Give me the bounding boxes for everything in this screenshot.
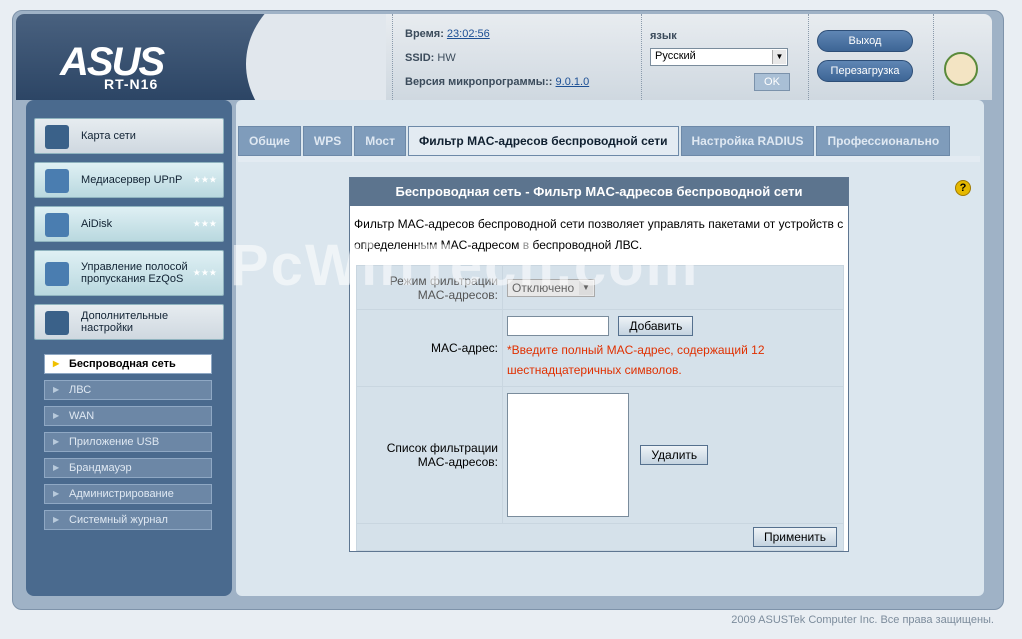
panel-title: Беспроводная сеть - Фильтр MAC-адресов б…: [350, 178, 848, 206]
tab-radius[interactable]: Настройка RADIUS: [680, 126, 815, 156]
user-avatar-icon: [944, 52, 978, 86]
subnav-item-lan[interactable]: ЛВС: [44, 380, 212, 400]
subnav-item-wan[interactable]: WAN: [44, 406, 212, 426]
filter-mode-select[interactable]: Отключено ▼: [507, 278, 595, 297]
language-select[interactable]: Русский ▼: [650, 48, 788, 66]
mode-label: Режим фильтрации MAC-адресов:: [356, 265, 503, 310]
ssid-label: SSID:: [405, 52, 435, 64]
tab-general[interactable]: Общие: [238, 126, 301, 156]
firmware-label: Версия микропрограммы::: [405, 76, 553, 88]
mode-cell: Отключено ▼: [502, 265, 844, 310]
subnav-item-wireless[interactable]: Беспроводная сеть: [44, 354, 212, 374]
add-mac-button[interactable]: Добавить: [618, 316, 694, 336]
mode-row: Режим фильтрации MAC-адресов: Отключено …: [356, 265, 844, 310]
mac-address-input[interactable]: [507, 316, 609, 336]
tools-icon: [45, 311, 69, 335]
help-icon[interactable]: ?: [955, 180, 971, 196]
language-panel: язык Русский ▼ OK: [650, 14, 800, 100]
chevron-down-icon: ▼: [579, 280, 593, 295]
tab-bridge[interactable]: Мост: [354, 126, 406, 156]
time-label: Время:: [405, 28, 444, 40]
sidebar-item-label: Управление полосой пропускания EzQoS: [81, 261, 188, 285]
mac-cell: Добавить *Введите полный MAC-адрес, соде…: [502, 309, 844, 387]
firmware-link[interactable]: 9.0.1.0: [556, 76, 590, 88]
tab-wps[interactable]: WPS: [302, 126, 353, 156]
copyright-footer: 2009 ASUSTek Computer Inc. Все права защ…: [731, 614, 994, 626]
sidebar-item-label: Дополнительные настройки: [81, 310, 169, 334]
tab-mac-filter[interactable]: Фильтр MAC-адресов беспроводной сети: [407, 126, 679, 156]
subnav-item-admin[interactable]: Администрирование: [44, 484, 212, 504]
sidebar-item-advanced[interactable]: Дополнительные настройки: [34, 304, 224, 340]
sidebar-item-label: Медиасервер UPnP: [81, 174, 183, 186]
mac-filter-form: Режим фильтрации MAC-адресов: Отключено …: [356, 265, 844, 551]
rating-stars: ★★★: [192, 267, 217, 278]
list-cell: Удалить: [502, 386, 844, 524]
tab-underline: [238, 156, 980, 162]
ssid-value: HW: [437, 52, 456, 64]
sidebar-item-aidisk[interactable]: AiDisk ★★★: [34, 206, 224, 242]
firmware-row: Версия микропрограммы:: 9.0.1.0: [405, 76, 629, 100]
ssid-row: SSID: HW: [405, 52, 629, 76]
tab-bar: Общие WPS Мост Фильтр MAC-адресов беспро…: [238, 126, 952, 156]
subnav-item-firewall[interactable]: Брандмауэр: [44, 458, 212, 478]
time-row: Время: 23:02:56: [405, 28, 629, 52]
apply-button[interactable]: Применить: [752, 527, 837, 547]
sidebar-item-label: Карта сети: [81, 130, 136, 142]
list-label: Список фильтрации MAC-адресов:: [356, 386, 503, 524]
network-map-icon: [45, 125, 69, 149]
mac-row: MAC-адрес: Добавить *Введите полный MAC-…: [356, 309, 844, 387]
sidebar: Карта сети Медиасервер UPnP ★★★ AiDisk ★…: [26, 100, 232, 596]
sidebar-item-network-map[interactable]: Карта сети: [34, 118, 224, 154]
list-row: Список фильтрации MAC-адресов: Удалить: [356, 386, 844, 524]
apply-cell: Применить: [356, 523, 844, 551]
mac-list-box[interactable]: [507, 393, 629, 517]
advanced-subnav: Беспроводная сеть ЛВС WAN Приложение USB…: [34, 354, 224, 530]
chevron-down-icon: ▼: [772, 50, 786, 64]
subnav-item-syslog[interactable]: Системный журнал: [44, 510, 212, 530]
qos-icon: [45, 262, 69, 286]
header-actions: Выход Перезагрузка: [808, 14, 934, 100]
delete-mac-button[interactable]: Удалить: [640, 445, 709, 465]
router-model: RT-N16: [104, 76, 159, 92]
apply-row: Применить: [356, 523, 844, 551]
reboot-button[interactable]: Перезагрузка: [817, 60, 913, 82]
brand-logo-area: ASUS RT-N16: [16, 14, 386, 100]
sidebar-item-ezqos[interactable]: Управление полосой пропускания EzQoS ★★★: [34, 250, 224, 296]
subnav-item-usb[interactable]: Приложение USB: [44, 432, 212, 452]
language-value: Русский: [655, 50, 696, 62]
sidebar-item-label: AiDisk: [81, 218, 113, 230]
sidebar-item-upnp[interactable]: Медиасервер UPnP ★★★: [34, 162, 224, 198]
language-label: язык: [650, 30, 677, 42]
rating-stars: ★★★: [192, 174, 217, 185]
status-info: Время: 23:02:56 SSID: HW Версия микропро…: [392, 14, 642, 100]
logout-button[interactable]: Выход: [817, 30, 913, 52]
time-link[interactable]: 23:02:56: [447, 28, 490, 40]
tab-professional[interactable]: Профессионально: [816, 126, 951, 156]
rating-stars: ★★★: [192, 218, 217, 229]
mac-filter-panel: Беспроводная сеть - Фильтр MAC-адресов б…: [349, 177, 849, 552]
panel-description: Фильтр MAC-адресов беспроводной сети поз…: [354, 217, 844, 252]
filter-mode-value: Отключено: [512, 280, 575, 295]
aidisk-icon: [45, 213, 69, 237]
media-server-icon: [45, 169, 69, 193]
mac-hint-text: *Введите полный MAC-адрес, содержащий 12…: [507, 343, 765, 377]
mac-label: MAC-адрес:: [356, 309, 503, 387]
language-ok-button[interactable]: OK: [754, 73, 790, 91]
